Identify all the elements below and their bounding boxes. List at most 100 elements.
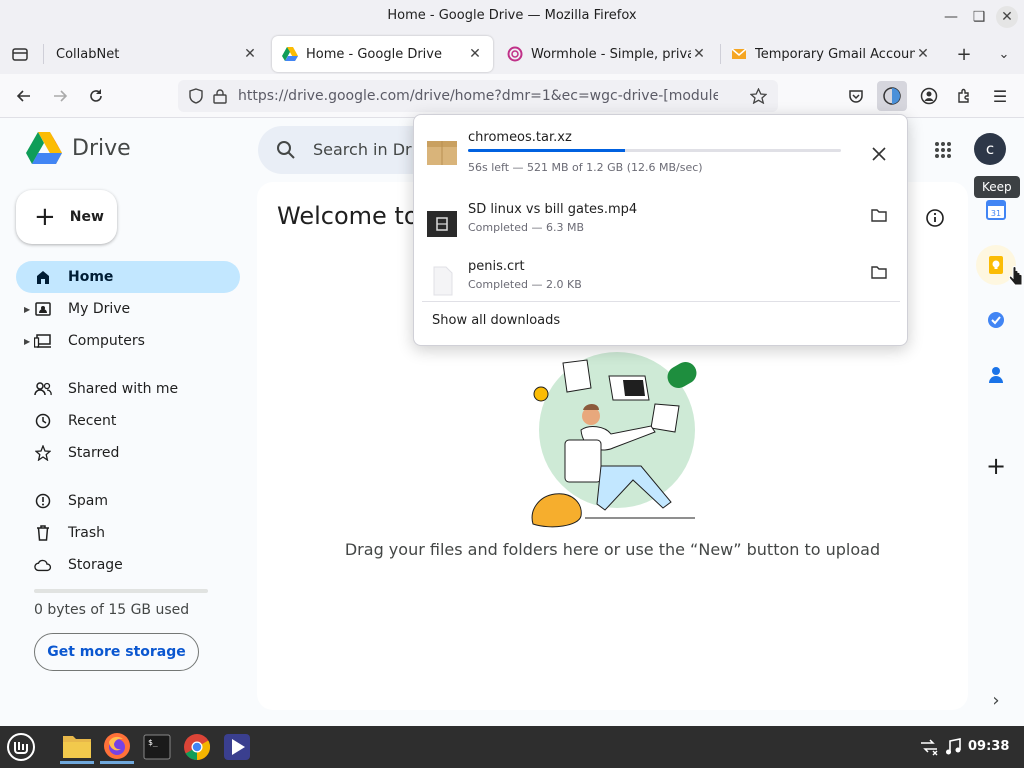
avatar[interactable]: c xyxy=(974,133,1006,165)
bookmark-star-icon[interactable] xyxy=(750,88,767,104)
sidebar-item-label: My Drive xyxy=(68,301,131,317)
trash-icon xyxy=(34,524,52,542)
download-progress-bar xyxy=(468,149,841,152)
contacts-icon[interactable] xyxy=(976,355,1016,395)
new-button-label: New xyxy=(69,209,104,225)
url-text: https://drive.google.com/drive/home?dmr=… xyxy=(238,88,718,104)
google-apps-icon[interactable] xyxy=(925,132,961,168)
drive-logo-icon xyxy=(26,132,62,164)
cancel-download-icon[interactable] xyxy=(868,143,890,165)
sidebar-item-label: Shared with me xyxy=(68,381,179,397)
tab-label: CollabNet xyxy=(56,46,120,62)
tab-close-icon[interactable]: ✕ xyxy=(467,46,483,62)
tab-close-icon[interactable]: ✕ xyxy=(691,46,707,62)
close-window-icon[interactable]: ✕ xyxy=(996,6,1018,28)
forward-icon[interactable] xyxy=(48,84,72,108)
clock-icon xyxy=(34,412,52,430)
plus-icon: + xyxy=(34,202,56,232)
svg-text:31: 31 xyxy=(991,209,1001,218)
open-folder-icon[interactable] xyxy=(868,204,890,226)
star-icon xyxy=(34,444,52,462)
window-title: Home - Google Drive — Mozilla Firefox xyxy=(387,8,637,23)
sidebar-item-label: Storage xyxy=(68,557,123,573)
download-status: 56s left — 521 MB of 1.2 GB (12.6 MB/sec… xyxy=(468,161,703,174)
my-drive-icon xyxy=(34,300,52,318)
get-more-storage-button[interactable]: Get more storage xyxy=(34,633,199,671)
download-item[interactable]: penis.crt Completed — 2.0 KB xyxy=(414,256,909,312)
tab-label: Temporary Gmail Account | xyxy=(755,46,915,62)
tab-close-icon[interactable]: ✕ xyxy=(242,46,258,62)
expand-caret-icon[interactable]: ▶ xyxy=(24,337,30,346)
sidebar-item-label: Computers xyxy=(68,333,145,349)
terminal-icon[interactable]: $_ xyxy=(140,730,174,764)
new-button[interactable]: + New xyxy=(16,190,117,244)
svg-text:$_: $_ xyxy=(148,738,158,747)
files-icon[interactable] xyxy=(60,730,94,764)
sidebar-item-my-drive[interactable]: ▶ My Drive xyxy=(16,293,240,325)
storage-usage-text: 0 bytes of 15 GB used xyxy=(34,602,190,618)
tab-collabnet[interactable]: CollabNet ✕ xyxy=(46,36,268,72)
shared-icon xyxy=(34,380,52,398)
tab-label: Wormhole - Simple, private xyxy=(531,46,691,62)
sidebar-item-recent[interactable]: Recent xyxy=(16,405,240,437)
downloads-panel: chromeos.tar.xz 56s left — 521 MB of 1.2… xyxy=(413,114,908,346)
url-bar[interactable]: https://drive.google.com/drive/home?dmr=… xyxy=(178,80,778,112)
tab-overview-icon[interactable] xyxy=(8,42,32,66)
tab-google-drive[interactable]: Home - Google Drive ✕ xyxy=(272,36,493,72)
drive-logo[interactable]: Drive xyxy=(26,132,131,164)
shield-icon[interactable] xyxy=(188,88,204,104)
pocket-icon[interactable] xyxy=(844,84,868,108)
tab-close-icon[interactable]: ✕ xyxy=(915,46,931,62)
download-filename: SD linux vs bill gates.mp4 xyxy=(468,202,638,217)
divider xyxy=(422,301,900,302)
downloads-icon[interactable] xyxy=(877,81,907,111)
back-icon[interactable] xyxy=(12,84,36,108)
lock-icon[interactable] xyxy=(213,88,227,104)
list-tabs-icon[interactable]: ⌄ xyxy=(992,42,1016,66)
chevron-right-icon[interactable]: › xyxy=(976,680,1016,720)
sidebar-item-spam[interactable]: Spam xyxy=(16,485,240,517)
sidebar-item-computers[interactable]: ▶ Computers xyxy=(16,325,240,357)
sidebar-item-trash[interactable]: Trash xyxy=(16,517,240,549)
download-item[interactable]: chromeos.tar.xz 56s left — 521 MB of 1.2… xyxy=(414,127,909,183)
start-menu-icon[interactable] xyxy=(4,730,38,764)
tab-separator xyxy=(43,44,44,64)
info-icon[interactable] xyxy=(925,208,945,228)
file-icon xyxy=(433,266,453,296)
sidebar-item-shared[interactable]: Shared with me xyxy=(16,373,240,405)
new-tab-icon[interactable]: + xyxy=(952,42,976,66)
search-icon xyxy=(277,141,295,159)
drive-logo-text: Drive xyxy=(72,135,131,161)
sidebar-item-label: Trash xyxy=(68,525,105,541)
open-folder-icon[interactable] xyxy=(868,261,890,283)
tab-bar: CollabNet ✕ Home - Google Drive ✕ Wormho… xyxy=(0,34,1024,74)
reload-icon[interactable] xyxy=(84,84,108,108)
menu-icon[interactable]: ☰ xyxy=(988,84,1012,108)
window-titlebar: Home - Google Drive — Mozilla Firefox — … xyxy=(0,0,1024,34)
spam-icon xyxy=(34,492,52,510)
tab-temp-gmail[interactable]: Temporary Gmail Account | ✕ xyxy=(721,36,941,72)
download-filename: chromeos.tar.xz xyxy=(468,130,572,145)
firefox-icon[interactable] xyxy=(100,730,134,764)
chrome-icon[interactable] xyxy=(180,730,214,764)
clock[interactable]: 09:38 xyxy=(968,739,1009,754)
sidebar-item-home[interactable]: Home xyxy=(16,261,240,293)
download-status: Completed — 2.0 KB xyxy=(468,278,582,291)
download-status: Completed — 6.3 MB xyxy=(468,221,585,234)
tab-wormhole[interactable]: Wormhole - Simple, private ✕ xyxy=(497,36,717,72)
sidebar-item-starred[interactable]: Starred xyxy=(16,437,240,469)
maximize-icon[interactable]: ❑ xyxy=(968,6,990,28)
minimize-icon[interactable]: — xyxy=(940,6,962,28)
navigation-toolbar: https://drive.google.com/drive/home?dmr=… xyxy=(0,74,1024,118)
extensions-icon[interactable] xyxy=(952,84,976,108)
tasks-icon[interactable] xyxy=(976,300,1016,340)
mail-favicon-icon xyxy=(731,48,747,59)
show-all-downloads-button[interactable]: Show all downloads xyxy=(432,313,560,328)
expand-caret-icon[interactable]: ▶ xyxy=(24,305,30,314)
media-player-icon[interactable] xyxy=(220,730,254,764)
sidebar-item-storage[interactable]: Storage xyxy=(16,549,240,581)
audio-icon[interactable] xyxy=(936,730,970,764)
add-addon-icon[interactable]: + xyxy=(976,446,1016,486)
account-icon[interactable] xyxy=(917,84,941,108)
download-item[interactable]: SD linux vs bill gates.mp4 Completed — 6… xyxy=(414,199,909,255)
